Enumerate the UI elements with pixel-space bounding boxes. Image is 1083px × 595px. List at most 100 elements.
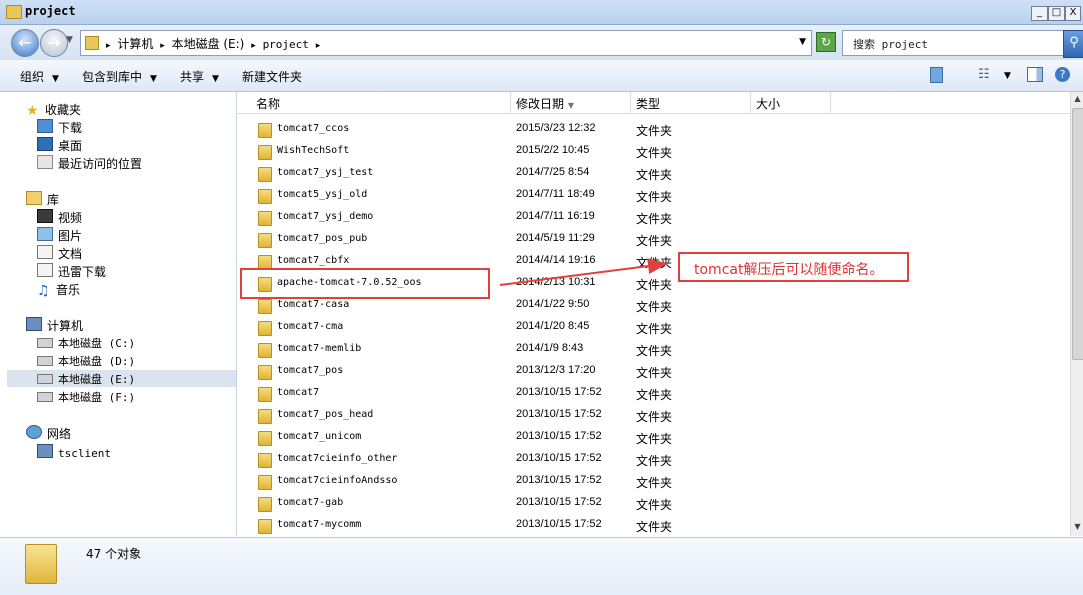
sidebar-item-pictures[interactable]: 图片 bbox=[37, 227, 82, 244]
column-divider[interactable] bbox=[630, 92, 631, 113]
sidebar-item-drive-c[interactable]: 本地磁盘 (C:) bbox=[37, 335, 135, 351]
new-folder-button[interactable]: 新建文件夹 bbox=[242, 68, 302, 85]
minimize-button[interactable]: _ bbox=[1031, 6, 1048, 21]
file-row[interactable]: tomcat7_pos_head 2013/10/15 17:52 文件夹 bbox=[238, 404, 1070, 426]
preview-pane-icon[interactable] bbox=[1027, 67, 1043, 82]
sidebar-item-network[interactable]: 网络 bbox=[26, 425, 71, 442]
scroll-down-icon[interactable]: ▼ bbox=[1071, 520, 1083, 534]
sidebar-item-tsclient[interactable]: tsclient bbox=[37, 444, 111, 460]
forward-button[interactable]: → bbox=[40, 29, 68, 57]
file-type: 文件夹 bbox=[636, 432, 673, 446]
view-options-icon[interactable]: ☷ bbox=[978, 67, 994, 83]
maximize-button[interactable]: □ bbox=[1048, 6, 1065, 21]
file-row[interactable]: tomcat7_unicom 2013/10/15 17:52 文件夹 bbox=[238, 426, 1070, 448]
title-bar: project _ □ X bbox=[0, 0, 1083, 25]
chevron-down-icon: ▼ bbox=[150, 74, 157, 84]
file-type: 文件夹 bbox=[636, 124, 673, 138]
file-row[interactable]: tomcat7cieinfo_other 2013/10/15 17:52 文件夹 bbox=[238, 448, 1070, 470]
organize-label: 组织 bbox=[20, 70, 45, 84]
breadcrumb-computer[interactable]: 计算机 bbox=[117, 37, 153, 51]
breadcrumb[interactable]: ▸ 计算机 ▸ 本地磁盘 (E:) ▸ project ▸ bbox=[103, 35, 323, 52]
file-type: 文件夹 bbox=[636, 234, 673, 248]
vertical-scrollbar[interactable]: ▲ ▼ bbox=[1070, 92, 1083, 536]
download-icon bbox=[37, 119, 53, 133]
scroll-up-icon[interactable]: ▲ bbox=[1071, 92, 1083, 106]
scroll-thumb[interactable] bbox=[1072, 108, 1083, 360]
folder-icon bbox=[258, 409, 272, 424]
help-icon[interactable]: ? bbox=[1055, 67, 1070, 82]
file-row[interactable]: tomcat5_ysj_old 2014/7/11 18:49 文件夹 bbox=[238, 184, 1070, 206]
sidebar-item-libraries[interactable]: 库 bbox=[26, 191, 59, 208]
file-list: 名称 修改日期 ▼ 类型 大小 tomcat7_ccos 2015/3/23 12… bbox=[238, 92, 1070, 536]
file-row[interactable]: tomcat7_ysj_test 2014/7/25 8:54 文件夹 bbox=[238, 162, 1070, 184]
include-in-library-menu[interactable]: 包含到库中 ▼ bbox=[82, 68, 157, 85]
file-row[interactable]: tomcat7 2013/10/15 17:52 文件夹 bbox=[238, 382, 1070, 404]
folder-icon bbox=[258, 233, 272, 248]
breadcrumb-drive[interactable]: 本地磁盘 (E:) bbox=[172, 37, 245, 51]
breadcrumb-project[interactable]: project bbox=[263, 38, 309, 51]
file-row[interactable]: tomcat7_ccos 2015/3/23 12:32 文件夹 bbox=[238, 118, 1070, 140]
sidebar-item-drive-d[interactable]: 本地磁盘 (D:) bbox=[37, 353, 135, 369]
sidebar-item-thunder-downloads[interactable]: 迅雷下载 bbox=[37, 263, 106, 280]
address-dropdown-icon[interactable]: ▼ bbox=[799, 37, 806, 47]
sidebar-label: 迅雷下载 bbox=[58, 265, 107, 279]
file-date: 2014/1/22 9:50 bbox=[516, 298, 590, 310]
sidebar-item-drive-e[interactable]: 本地磁盘 (E:) bbox=[37, 371, 135, 387]
file-row[interactable]: WishTechSoft 2015/2/2 10:45 文件夹 bbox=[238, 140, 1070, 162]
folder-icon bbox=[258, 211, 272, 226]
file-row[interactable]: tomcat7-mycomm 2013/10/15 17:52 文件夹 bbox=[238, 514, 1070, 536]
column-divider[interactable] bbox=[510, 92, 511, 113]
search-icon[interactable]: ⚲ bbox=[1063, 30, 1083, 58]
file-type: 文件夹 bbox=[636, 300, 673, 314]
network-icon bbox=[26, 425, 42, 439]
organize-menu[interactable]: 组织 ▼ bbox=[20, 68, 59, 85]
sidebar-item-favorites[interactable]: ★ 收藏夹 bbox=[26, 101, 81, 119]
sidebar-item-desktop[interactable]: 桌面 bbox=[37, 137, 82, 154]
column-header-modified[interactable]: 修改日期 ▼ bbox=[516, 95, 574, 112]
file-date: 2014/7/11 16:19 bbox=[516, 210, 595, 222]
file-name: tomcat7cieinfoAndsso bbox=[277, 475, 398, 486]
file-date: 2014/1/20 8:45 bbox=[516, 320, 590, 332]
file-row[interactable]: tomcat7-memlib 2014/1/9 8:43 文件夹 bbox=[238, 338, 1070, 360]
share-menu[interactable]: 共享 ▼ bbox=[180, 68, 219, 85]
sidebar-item-videos[interactable]: 视频 bbox=[37, 209, 82, 226]
file-row[interactable]: tomcat7-cma 2014/1/20 8:45 文件夹 bbox=[238, 316, 1070, 338]
file-date: 2013/10/15 17:52 bbox=[516, 518, 602, 530]
column-divider[interactable] bbox=[750, 92, 751, 113]
file-type: 文件夹 bbox=[636, 454, 673, 468]
column-header-name[interactable]: 名称 bbox=[256, 95, 280, 112]
file-row[interactable]: tomcat7_ysj_demo 2014/7/11 16:19 文件夹 bbox=[238, 206, 1070, 228]
refresh-icon[interactable]: ↻ bbox=[816, 32, 836, 52]
column-header-size[interactable]: 大小 bbox=[756, 95, 780, 112]
sidebar-item-music[interactable]: ♫ 音乐 bbox=[37, 281, 80, 298]
folder-icon bbox=[6, 5, 22, 19]
address-box[interactable]: ▸ 计算机 ▸ 本地磁盘 (E:) ▸ project ▸ ▼ bbox=[80, 30, 812, 56]
sidebar-item-documents[interactable]: 文档 bbox=[37, 245, 82, 262]
file-row[interactable]: tomcat7_pos 2013/12/3 17:20 文件夹 bbox=[238, 360, 1070, 382]
sidebar-item-drive-f[interactable]: 本地磁盘 (F:) bbox=[37, 389, 135, 405]
search-input[interactable]: 搜索 project bbox=[842, 30, 1064, 56]
sidebar-item-computer[interactable]: 计算机 bbox=[26, 317, 83, 334]
file-type: 文件夹 bbox=[636, 256, 673, 270]
sidebar-item-downloads[interactable]: 下载 bbox=[37, 119, 82, 136]
recent-pages-chevron-icon[interactable]: ▼ bbox=[66, 35, 73, 45]
file-row[interactable]: tomcat7_pos_pub 2014/5/19 11:29 文件夹 bbox=[238, 228, 1070, 250]
folder-icon bbox=[258, 475, 272, 490]
chevron-right-icon: ▸ bbox=[315, 41, 321, 51]
back-button[interactable]: ← bbox=[11, 29, 39, 57]
close-button[interactable]: X bbox=[1065, 6, 1081, 21]
drive-icon bbox=[37, 356, 53, 366]
preview-icon[interactable] bbox=[930, 67, 943, 83]
file-name: tomcat7 bbox=[277, 387, 320, 398]
column-divider[interactable] bbox=[830, 92, 831, 113]
chevron-right-icon: ▸ bbox=[251, 41, 256, 51]
file-type: 文件夹 bbox=[636, 498, 673, 512]
column-header-type[interactable]: 类型 bbox=[636, 95, 660, 112]
file-row[interactable]: tomcat7-gab 2013/10/15 17:52 文件夹 bbox=[238, 492, 1070, 514]
file-row[interactable]: tomcat7cieinfoAndsso 2013/10/15 17:52 文件夹 bbox=[238, 470, 1070, 492]
chevron-down-icon[interactable]: ▼ bbox=[1004, 71, 1020, 87]
highlight-box bbox=[240, 268, 490, 299]
file-type: 文件夹 bbox=[636, 366, 673, 380]
folder-icon bbox=[258, 299, 272, 314]
sidebar-item-recent[interactable]: 最近访问的位置 bbox=[37, 155, 142, 172]
